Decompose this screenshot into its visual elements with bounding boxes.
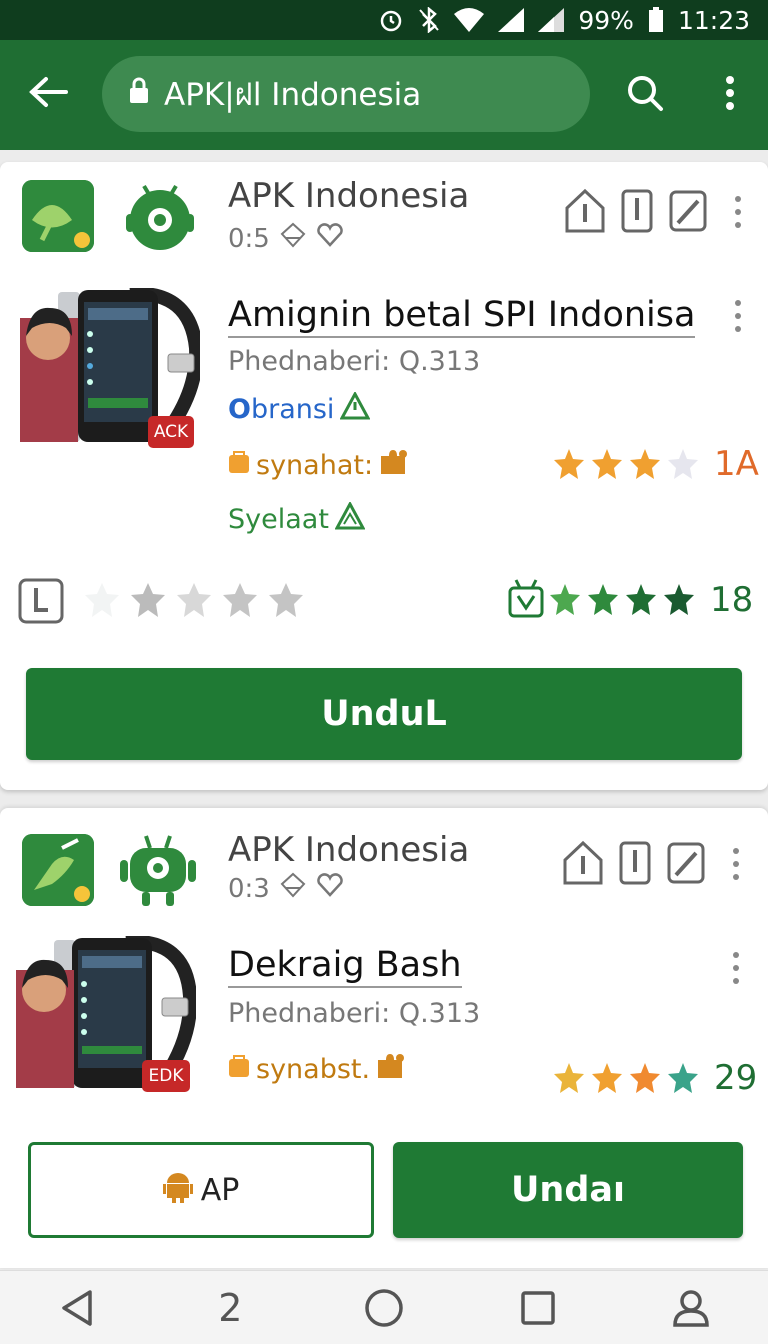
brand-tag-prefix: O <box>228 394 251 425</box>
back-triangle-icon[interactable] <box>47 1278 107 1338</box>
app-screenshot-thumbnail: ACK <box>20 286 204 448</box>
battery-icon <box>648 7 664 33</box>
title-menu-icon[interactable] <box>729 948 743 988</box>
android-bag-icon <box>508 578 544 622</box>
download-button[interactable]: Undaı <box>393 1142 743 1238</box>
app-bar: APK|ฝl Indonesia <box>0 40 768 150</box>
app-card[interactable]: APK Indonesia 0:5 ACK Amignin betal SPI … <box>0 162 768 790</box>
history-icon[interactable] <box>18 578 64 628</box>
publisher-meta: 0:3 <box>228 872 344 905</box>
android-icon <box>162 1169 193 1211</box>
signal-icon <box>538 8 565 32</box>
meta-value: 0:3 <box>228 873 270 904</box>
empty-stars[interactable] <box>82 580 308 620</box>
status-bar: 99% 11:23 <box>0 0 768 40</box>
phone-icon[interactable] <box>620 188 654 238</box>
wifi-icon <box>454 8 485 32</box>
android-robot-icon <box>118 830 198 910</box>
secondary-button-label: AP <box>200 1172 240 1208</box>
home-circle-icon[interactable] <box>354 1278 414 1338</box>
user-rating-count: 18 <box>710 580 754 620</box>
publisher-meta: 0:5 <box>228 222 344 255</box>
url-text: APK|ฝl Indonesia <box>164 77 422 113</box>
bag-icon <box>228 1053 250 1086</box>
category-rating: 29 <box>714 1058 758 1098</box>
meta-value: 0:5 <box>228 223 270 254</box>
star-rating-icon <box>554 1063 698 1093</box>
thumbnail-badge: EDK <box>142 1060 190 1092</box>
battery-percent: 99% <box>578 5 634 35</box>
extra-tag[interactable]: Syelaat <box>228 500 366 537</box>
phone-icon[interactable] <box>618 840 652 890</box>
puzzle-icon <box>376 1052 406 1087</box>
category-tag-label: synahat: <box>256 450 374 481</box>
back-arrow-icon[interactable] <box>24 68 72 116</box>
lock-icon <box>128 76 150 112</box>
bluetooth-off-icon <box>418 7 440 33</box>
title-menu-icon[interactable] <box>731 296 745 336</box>
url-bar[interactable]: APK|ฝl Indonesia <box>102 56 590 132</box>
star-rating-icon <box>85 583 303 617</box>
publisher-name: APK Indonesia <box>228 176 470 216</box>
user-rating: 18 <box>508 578 753 622</box>
app-logo-icon <box>22 180 94 252</box>
search-icon[interactable] <box>620 68 670 118</box>
home-download-icon[interactable] <box>564 188 606 238</box>
app-logo-icon <box>22 834 94 906</box>
warning-icon <box>339 390 371 427</box>
app-title[interactable]: Amignin betal SPI Indonisa <box>228 294 696 338</box>
edit-icon[interactable] <box>666 841 706 889</box>
brand-tag-label: bransi <box>250 394 335 425</box>
secondary-button[interactable]: AP <box>28 1142 374 1238</box>
android-robot-icon <box>120 176 200 256</box>
category-stars: 1A <box>552 444 759 484</box>
brand-tag[interactable]: O bransi <box>228 390 371 427</box>
shield-icon <box>280 222 306 255</box>
app-title[interactable]: Dekraig Bash <box>228 944 462 988</box>
download-button[interactable]: UnduL <box>26 668 742 760</box>
category-tag[interactable]: synabst. <box>228 1052 406 1087</box>
card-menu-icon[interactable] <box>729 844 743 884</box>
publisher-name: APK Indonesia <box>228 830 470 870</box>
star-rating-icon <box>554 449 698 479</box>
warning-icon <box>334 500 366 537</box>
extra-tag-label: Syelaat <box>228 504 329 535</box>
category-tag[interactable]: synahat: <box>228 448 409 483</box>
system-nav-bar: 2 <box>0 1270 768 1344</box>
bag-icon <box>228 449 250 482</box>
app-screenshot-thumbnail: EDK <box>16 934 198 1096</box>
signal-icon <box>498 8 525 32</box>
star-rating-icon <box>550 584 694 615</box>
category-tag-label: synabst. <box>256 1054 371 1085</box>
more-vert-icon[interactable] <box>712 68 748 118</box>
thumbnail-badge: ACK <box>148 416 194 448</box>
heart-icon <box>316 223 344 254</box>
profile-icon[interactable] <box>661 1278 721 1338</box>
recents-square-icon[interactable] <box>508 1278 568 1338</box>
action-icons <box>562 840 706 890</box>
heart-icon <box>316 873 344 904</box>
developer-line: Phednaberi: Q.313 <box>228 998 481 1029</box>
card-menu-icon[interactable] <box>731 192 745 232</box>
home-download-icon[interactable] <box>562 840 604 890</box>
category-rating: 1A <box>714 444 759 484</box>
action-icons <box>564 188 708 238</box>
clock: 11:23 <box>677 5 750 35</box>
shield-icon <box>280 872 306 905</box>
alarm-icon <box>378 7 404 33</box>
developer-line: Phednaberi: Q.313 <box>228 346 481 377</box>
app-card[interactable]: APK Indonesia 0:3 EDK Dekraig Bash Phedn… <box>0 808 768 1268</box>
puzzle-icon <box>379 448 409 483</box>
two-icon[interactable]: 2 <box>200 1278 260 1338</box>
category-stars: 29 <box>552 1058 757 1098</box>
edit-icon[interactable] <box>668 189 708 237</box>
